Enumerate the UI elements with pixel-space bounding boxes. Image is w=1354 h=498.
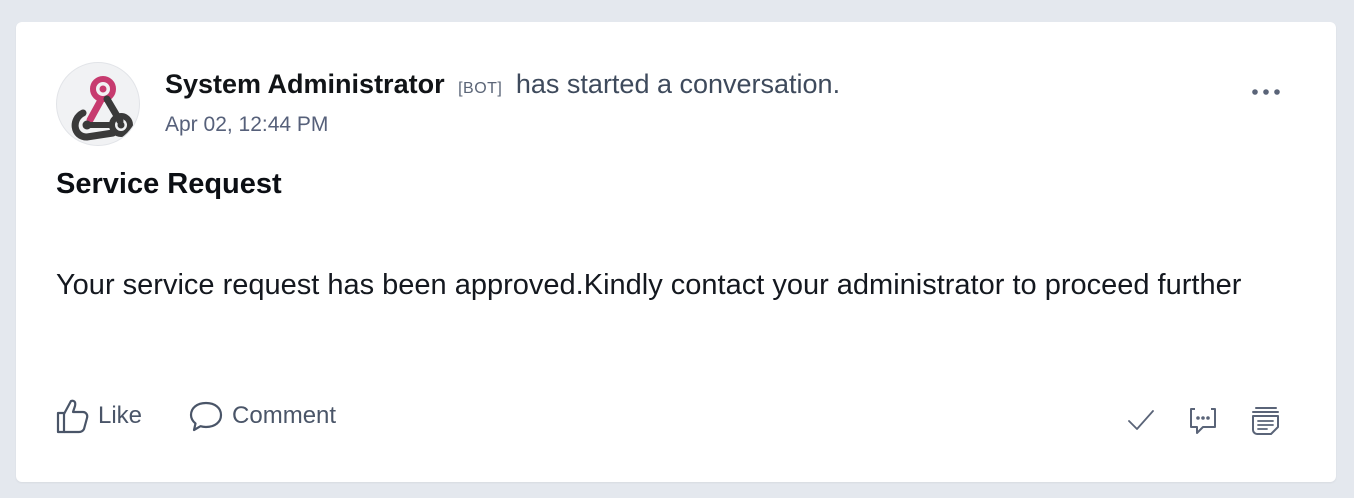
like-label: Like — [98, 402, 143, 429]
post-title: Service Request — [56, 168, 282, 200]
more-horizontal-icon — [1252, 89, 1280, 95]
webhook-logo-icon — [71, 76, 133, 141]
thumbs-up-icon — [56, 399, 89, 434]
post-timestamp[interactable]: Apr 02, 12:44 PM — [165, 113, 328, 137]
reply-button[interactable] — [1183, 402, 1223, 438]
comment-label: Comment — [232, 402, 337, 429]
conversation-card: System Administrator [BOT] has started a… — [16, 22, 1336, 482]
author-name[interactable]: System Administrator — [165, 69, 445, 99]
checkmark-icon — [1128, 410, 1154, 430]
post-header: System Administrator [BOT] has started a… — [165, 66, 840, 107]
more-options-button[interactable] — [1248, 80, 1284, 104]
chat-dots-icon — [1190, 408, 1216, 434]
post-body: Your service request has been approved.K… — [56, 269, 1242, 301]
comment-bubble-icon — [189, 401, 223, 432]
notes-button[interactable] — [1245, 402, 1285, 438]
like-button[interactable]: Like — [54, 397, 142, 435]
post-secondary-actions — [1121, 402, 1285, 438]
post-action-text: has started a conversation. — [515, 69, 841, 99]
bot-badge: [BOT] — [458, 80, 503, 97]
post-actions: Like Comment — [54, 397, 382, 435]
stacked-notes-icon — [1252, 407, 1279, 435]
mark-done-button[interactable] — [1121, 402, 1161, 438]
comment-button[interactable]: Comment — [188, 398, 336, 434]
avatar[interactable] — [56, 62, 140, 146]
